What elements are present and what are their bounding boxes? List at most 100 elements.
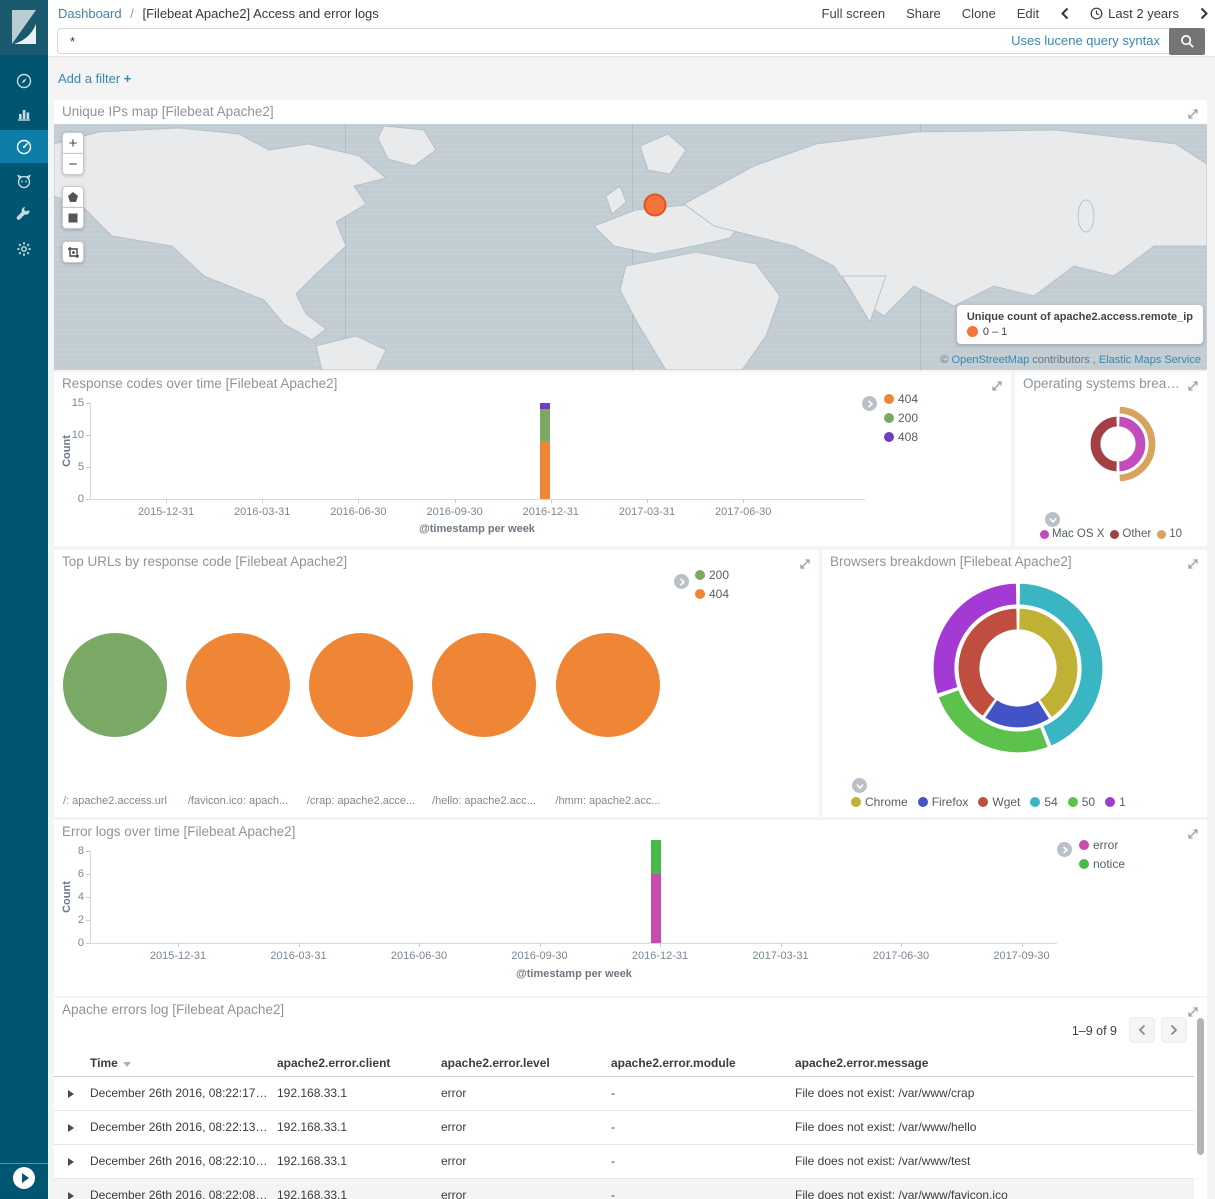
legend-item-404[interactable]: 404 [884,392,918,406]
column-header-apache2-error-message: apache2.error.message [795,1050,1194,1076]
fit-data-bounds-button[interactable] [62,241,84,263]
expand-row-caret[interactable] [68,1090,74,1098]
column-header-time[interactable]: Time [90,1050,277,1076]
expand-panel-icon[interactable] [1187,107,1199,119]
legend-swatch [1110,530,1119,539]
expand-row-caret[interactable] [68,1192,74,1199]
bar-segment-404[interactable] [540,441,550,499]
sidebar-item-discover[interactable] [0,64,48,97]
lucene-syntax-link[interactable]: Uses lucene query syntax [1011,33,1160,48]
share-button[interactable]: Share [906,6,941,21]
pie-slice-404[interactable] [309,633,413,737]
donut-segment-Other[interactable] [1090,416,1117,472]
kibana-logo[interactable] [0,0,48,55]
add-filter-button[interactable]: Add a filter + [58,71,131,86]
expand-panel-icon[interactable] [1187,1005,1199,1017]
legend-item-Mac OS X[interactable]: Mac OS X [1040,528,1104,540]
column-header-apache2-error-client: apache2.error.client [277,1050,441,1076]
legend-swatch [1079,840,1089,850]
x-tick-label: 2017-03-31 [736,950,826,962]
x-axis-line [90,499,865,500]
chevron-right-icon [1200,7,1209,20]
table-scrollbar-thumb[interactable] [1197,1018,1204,1155]
legend-item-Firefox[interactable]: Firefox [918,795,969,809]
plus-icon: + [124,71,132,86]
legend-item-200[interactable]: 200 [884,411,918,425]
panel-error-logs: Error logs over time [Filebeat Apache2] … [54,820,1207,996]
legend-item-Wget[interactable]: Wget [978,795,1020,809]
pie-slice-404[interactable] [186,633,290,737]
time-range-picker[interactable]: Last 2 years [1090,6,1179,21]
breadcrumb-dashboard-link[interactable]: Dashboard [58,6,122,21]
rectangle-tool-button[interactable] [62,207,84,229]
sidebar-item-dashboard[interactable] [0,130,48,163]
x-axis-label: @timestamp per week [464,968,684,980]
search-bar: Uses lucene query syntax [48,27,1215,57]
clone-button[interactable]: Clone [962,6,996,21]
x-tick-label: 2015-12-31 [121,506,211,518]
pie-slice-200[interactable] [63,633,167,737]
sidebar-item-dev-tools[interactable] [0,197,48,230]
sidebar-item-visualize[interactable] [0,97,48,130]
cell: File does not exist: /var/www/hello [795,1111,1194,1144]
geo-point-marker[interactable] [645,195,666,216]
legend-swatch [1157,530,1166,539]
bar-segment-200[interactable] [540,409,550,441]
legend-item-200[interactable]: 200 [695,568,729,582]
british-isles [606,186,626,214]
legend-item-10[interactable]: 10 [1157,528,1182,540]
legend-item-408[interactable]: 408 [884,430,918,444]
bar-segment-error[interactable] [651,874,661,943]
legend-swatch [1040,530,1049,539]
legend-toggle[interactable] [674,574,689,589]
search-button[interactable] [1169,28,1205,55]
bar-chart-error-logs: Count @timestamp per week 024682015-12-3… [54,820,1207,996]
sidebar-item-management[interactable] [0,232,48,265]
legend-item-50[interactable]: 50 [1068,795,1095,809]
legend-item-1[interactable]: 1 [1105,795,1126,809]
time-range-label: Last 2 years [1108,6,1179,21]
edit-button[interactable]: Edit [1017,6,1039,21]
pie-slice-404[interactable] [432,633,536,737]
legend-toggle[interactable] [862,396,877,411]
pie-slice-404[interactable] [556,633,660,737]
legend-item-notice[interactable]: notice [1079,857,1125,871]
x-tick-label: 2016-09-30 [495,950,585,962]
polygon-tool-button[interactable] [62,186,84,208]
legend-item-Chrome[interactable]: Chrome [851,795,908,809]
time-back-button[interactable] [1060,7,1069,20]
map-zoom-controls: + − [62,132,84,175]
next-page-button[interactable] [1161,1017,1187,1043]
expand-row-caret[interactable] [68,1124,74,1132]
cell: 192.168.33.1 [277,1179,441,1199]
legend-swatch [695,570,705,580]
play-icon [22,1173,29,1183]
elastic-maps-link[interactable]: Elastic Maps Service [1099,354,1201,366]
legend-label: notice [1093,857,1125,871]
openstreetmap-link[interactable]: OpenStreetMap [952,354,1030,366]
sidebar-item-timelion[interactable] [0,164,48,197]
bar-segment-408[interactable] [540,403,550,409]
y-tick-mark [86,920,90,921]
legend-item-54[interactable]: 54 [1030,795,1057,809]
donut-segment-Firefox[interactable] [984,700,1049,728]
legend-item-404[interactable]: 404 [695,587,729,601]
panel-os-breakdown: Operating systems breakd... Mac OS XOthe… [1015,372,1207,546]
zoom-out-button[interactable]: − [62,153,84,175]
previous-page-button[interactable] [1129,1017,1155,1043]
legend-item-error[interactable]: error [1079,838,1125,852]
x-tick-mark [178,943,179,947]
expand-row-caret[interactable] [68,1158,74,1166]
y-tick-label: 0 [54,937,84,949]
legend-toggle[interactable] [1057,842,1072,857]
legend-toggle[interactable] [852,778,867,793]
legend-item-Other[interactable]: Other [1110,528,1151,540]
top-nav: Dashboard / [Filebeat Apache2] Access an… [48,0,1215,27]
full-screen-button[interactable]: Full screen [822,6,886,21]
legend-toggle[interactable] [1045,512,1060,527]
zoom-in-button[interactable]: + [62,132,84,154]
collapse-sidebar-button[interactable] [13,1167,35,1189]
world-map-canvas[interactable]: + − Unique count of apache2.access.remot… [54,124,1207,370]
bar-segment-notice[interactable] [651,840,661,875]
time-forward-button[interactable] [1200,7,1209,20]
